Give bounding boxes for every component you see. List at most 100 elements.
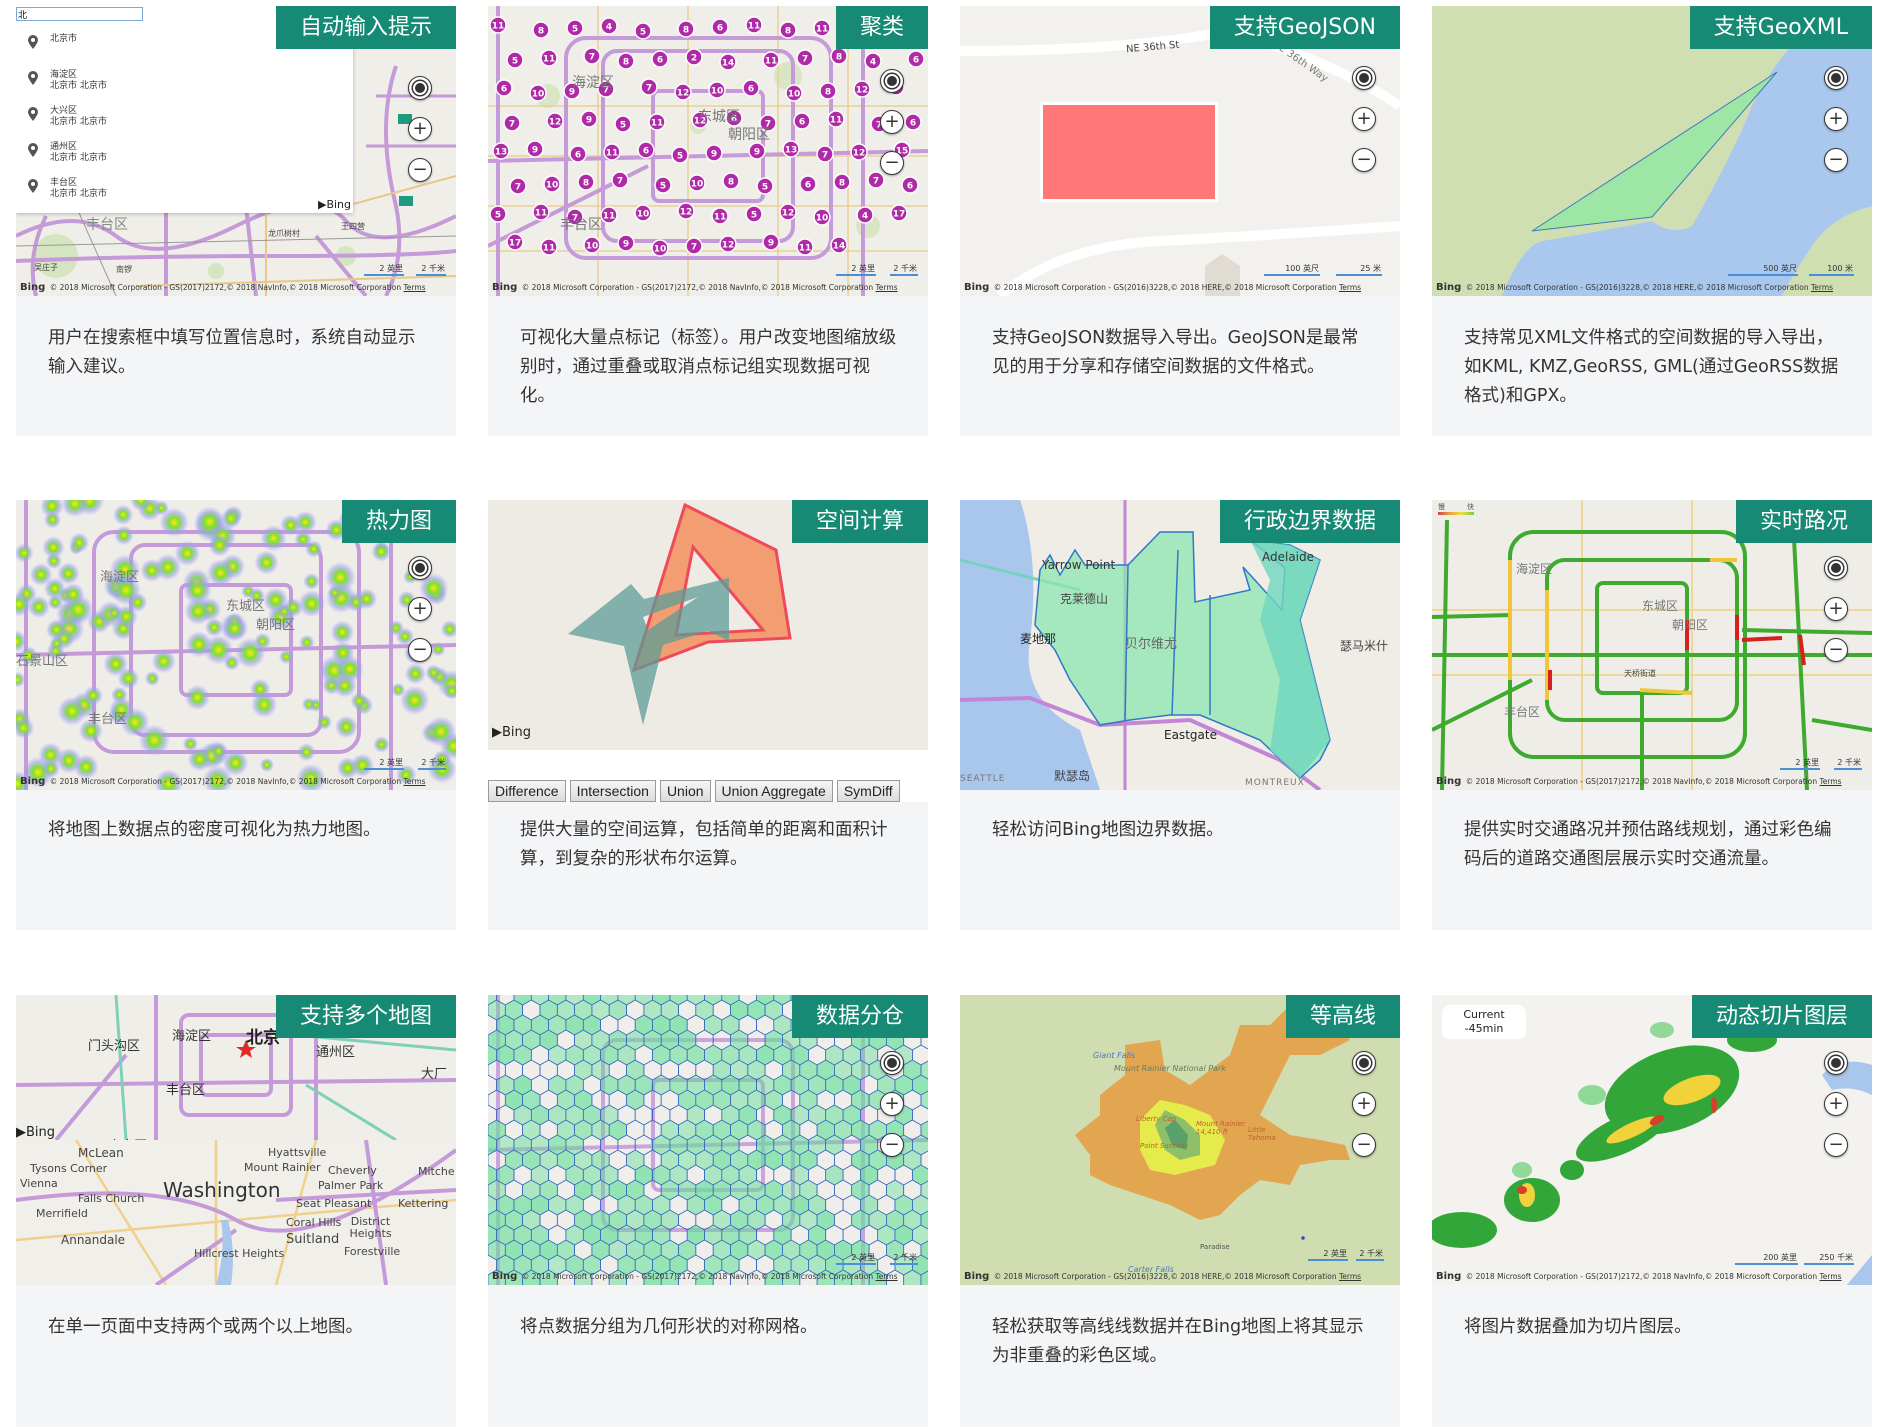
cluster-marker[interactable]: 8 [617, 52, 635, 70]
map-beijing[interactable]: 门头沟区 海淀区 北京 通州区 丰台区 房山区 大厂 ▶Bing 支持多个地图 [16, 995, 456, 1140]
cluster-marker[interactable]: 9 [526, 140, 544, 158]
cluster-marker[interactable]: 8 [532, 21, 550, 39]
cluster-marker[interactable]: 11 [540, 238, 558, 256]
terms-link[interactable]: Terms [876, 283, 898, 292]
cluster-marker[interactable]: 17 [506, 233, 524, 251]
zoom-out-button[interactable]: − [1824, 148, 1848, 172]
cluster-marker[interactable]: 10 [708, 81, 726, 99]
map-contours[interactable]: Giant Falls Mount Rainier National Park … [960, 995, 1400, 1285]
cluster-marker[interactable]: 12 [719, 235, 737, 253]
card-geojson[interactable]: NE 36th St NE 36th Way + − 100 英尺 25 米 B… [960, 6, 1400, 436]
cluster-marker[interactable]: 11 [540, 49, 558, 67]
map-geoxml[interactable]: + − 500 英尺 100 米 Bing © 2018 Microsoft C… [1432, 6, 1872, 296]
cluster-marker[interactable]: 11 [762, 51, 780, 69]
cluster-marker[interactable]: 9 [617, 234, 635, 252]
cluster-marker[interactable]: 5 [634, 22, 652, 40]
cluster-marker[interactable]: 5 [489, 205, 507, 223]
cluster-marker[interactable]: 4 [864, 52, 882, 70]
cluster-marker[interactable]: 7 [796, 49, 814, 67]
cluster-marker[interactable]: 11 [489, 16, 507, 34]
zoom-out-button[interactable]: − [880, 1133, 904, 1157]
cluster-marker[interactable]: 10 [634, 204, 652, 222]
difference-button[interactable]: Difference [488, 780, 566, 802]
cluster-marker[interactable]: 9 [580, 110, 598, 128]
cluster-marker[interactable]: 10 [688, 174, 706, 192]
cluster-marker[interactable]: 14 [719, 53, 737, 71]
locate-me-button[interactable] [408, 76, 432, 100]
cluster-marker[interactable]: 11 [827, 110, 845, 128]
card-tile-layer[interactable]: Current -45min + − 200 英里 250 千米 Bing © 2… [1432, 995, 1872, 1427]
cluster-marker[interactable]: 5 [506, 51, 524, 69]
cluster-marker[interactable]: 5 [566, 19, 584, 37]
cluster-marker[interactable]: 9 [748, 142, 766, 160]
card-clustering[interactable]: 11 8 5 4 5 8 6 11 8 11 12 11 5 11 7 8 6 2 14 11 7 8 4 6 6 10 9 7 7 12… [488, 6, 928, 436]
cluster-marker[interactable]: 11 [532, 203, 550, 221]
terms-link[interactable]: Terms [1339, 1272, 1361, 1281]
cluster-marker[interactable]: 6 [651, 50, 669, 68]
cluster-marker[interactable]: 13 [782, 140, 800, 158]
cluster-marker[interactable]: 4 [856, 206, 874, 224]
cluster-marker[interactable]: 13 [492, 142, 510, 160]
cluster-marker[interactable]: 8 [830, 47, 848, 65]
terms-link[interactable]: Terms [404, 283, 426, 292]
cluster-marker[interactable]: 11 [603, 143, 621, 161]
map-washington[interactable]: McLean Tysons Corner Vienna Falls Church… [16, 1140, 456, 1285]
zoom-out-button[interactable]: − [880, 151, 904, 175]
cluster-marker[interactable]: 12 [677, 202, 695, 220]
cluster-marker[interactable]: 10 [583, 236, 601, 254]
terms-link[interactable]: Terms [1811, 283, 1833, 292]
cluster-marker[interactable]: 10 [651, 239, 669, 257]
cluster-marker[interactable]: 5 [745, 205, 763, 223]
cluster-marker[interactable]: 2 [685, 48, 703, 66]
cluster-marker[interactable]: 12 [853, 80, 871, 98]
cluster-marker[interactable]: 7 [583, 47, 601, 65]
locate-me-button[interactable] [408, 556, 432, 580]
cluster-marker[interactable]: 8 [833, 173, 851, 191]
search-input[interactable] [16, 7, 143, 21]
card-multi-map[interactable]: 门头沟区 海淀区 北京 通州区 丰台区 房山区 大厂 ▶Bing 支持多个地图 … [16, 995, 456, 1427]
cluster-marker[interactable]: 6 [799, 175, 817, 193]
terms-link[interactable]: Terms [876, 1272, 898, 1281]
card-contours[interactable]: Giant Falls Mount Rainier National Park … [960, 995, 1400, 1427]
cluster-marker[interactable]: 5 [654, 176, 672, 194]
zoom-in-button[interactable]: + [1352, 1092, 1376, 1116]
cluster-marker[interactable]: 6 [904, 113, 922, 131]
cluster-marker[interactable]: 8 [677, 20, 695, 38]
cluster-marker[interactable]: 7 [611, 171, 629, 189]
zoom-out-button[interactable]: − [1824, 1133, 1848, 1157]
cluster-marker[interactable]: 12 [546, 112, 564, 130]
zoom-out-button[interactable]: − [1824, 638, 1848, 662]
card-data-binning[interactable]: + − 2 英里 2 千米 Bing © 2018 Microsoft Corp… [488, 995, 928, 1427]
cluster-marker[interactable]: 6 [793, 112, 811, 130]
locate-me-button[interactable] [880, 1051, 904, 1075]
cluster-marker[interactable]: 6 [637, 141, 655, 159]
cluster-marker[interactable]: 10 [785, 84, 803, 102]
symdiff-button[interactable]: SymDiff [836, 780, 900, 802]
terms-link[interactable]: Terms [1820, 777, 1842, 786]
cluster-marker[interactable]: 7 [816, 145, 834, 163]
cluster-marker[interactable]: 6 [742, 79, 760, 97]
cluster-marker[interactable]: 7 [640, 78, 658, 96]
cluster-marker[interactable]: 7 [503, 114, 521, 132]
zoom-in-button[interactable]: + [1824, 1092, 1848, 1116]
cluster-marker[interactable]: 8 [779, 21, 797, 39]
union-aggregate-button[interactable]: Union Aggregate [714, 780, 833, 802]
cluster-marker[interactable]: 14 [830, 236, 848, 254]
map-binning[interactable]: + − 2 英里 2 千米 Bing © 2018 Microsoft Corp… [488, 995, 928, 1285]
zoom-in-button[interactable]: + [1352, 107, 1376, 131]
card-heatmap[interactable]: 海淀区 东城区 朝阳区 石景山区 丰台区 + − 2 英里 2 千米 Bing … [16, 500, 456, 930]
zoom-in-button[interactable]: + [1824, 107, 1848, 131]
cluster-marker[interactable]: 5 [756, 177, 774, 195]
map-autosuggest[interactable]: 北京市 海淀区北京市 北京市 大兴区北京市 北京市 通州区北京市 北京市 丰台区… [16, 6, 456, 296]
locate-me-button[interactable] [1352, 1051, 1376, 1075]
card-traffic[interactable]: 慢快 海淀区 东城区 朝阳区 丰台区 天桥街道 + − 2 英里 2 千米 Bi… [1432, 500, 1872, 930]
card-spatial-math[interactable]: ▶Bing 空间计算 Difference Intersection Union… [488, 500, 928, 930]
cluster-marker[interactable]: 10 [813, 208, 831, 226]
cluster-marker[interactable]: 9 [762, 233, 780, 251]
cluster-marker[interactable]: 7 [685, 237, 703, 255]
map-traffic[interactable]: 慢快 海淀区 东城区 朝阳区 丰台区 天桥街道 + − 2 英里 2 千米 Bi… [1432, 500, 1872, 790]
zoom-out-button[interactable]: − [408, 158, 432, 182]
cluster-marker[interactable]: 8 [577, 173, 595, 191]
locate-me-button[interactable] [1352, 66, 1376, 90]
map-heatmap[interactable]: 海淀区 东城区 朝阳区 石景山区 丰台区 + − 2 英里 2 千米 Bing … [16, 500, 456, 790]
